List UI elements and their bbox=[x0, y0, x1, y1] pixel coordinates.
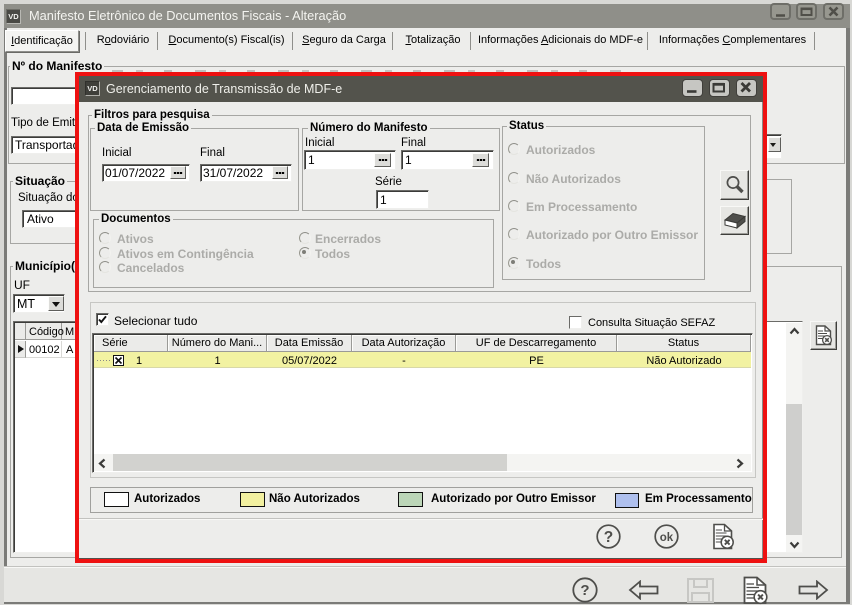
svg-text:ok: ok bbox=[660, 532, 674, 544]
svg-text:?: ? bbox=[604, 529, 613, 546]
svg-text:?: ? bbox=[580, 582, 589, 599]
